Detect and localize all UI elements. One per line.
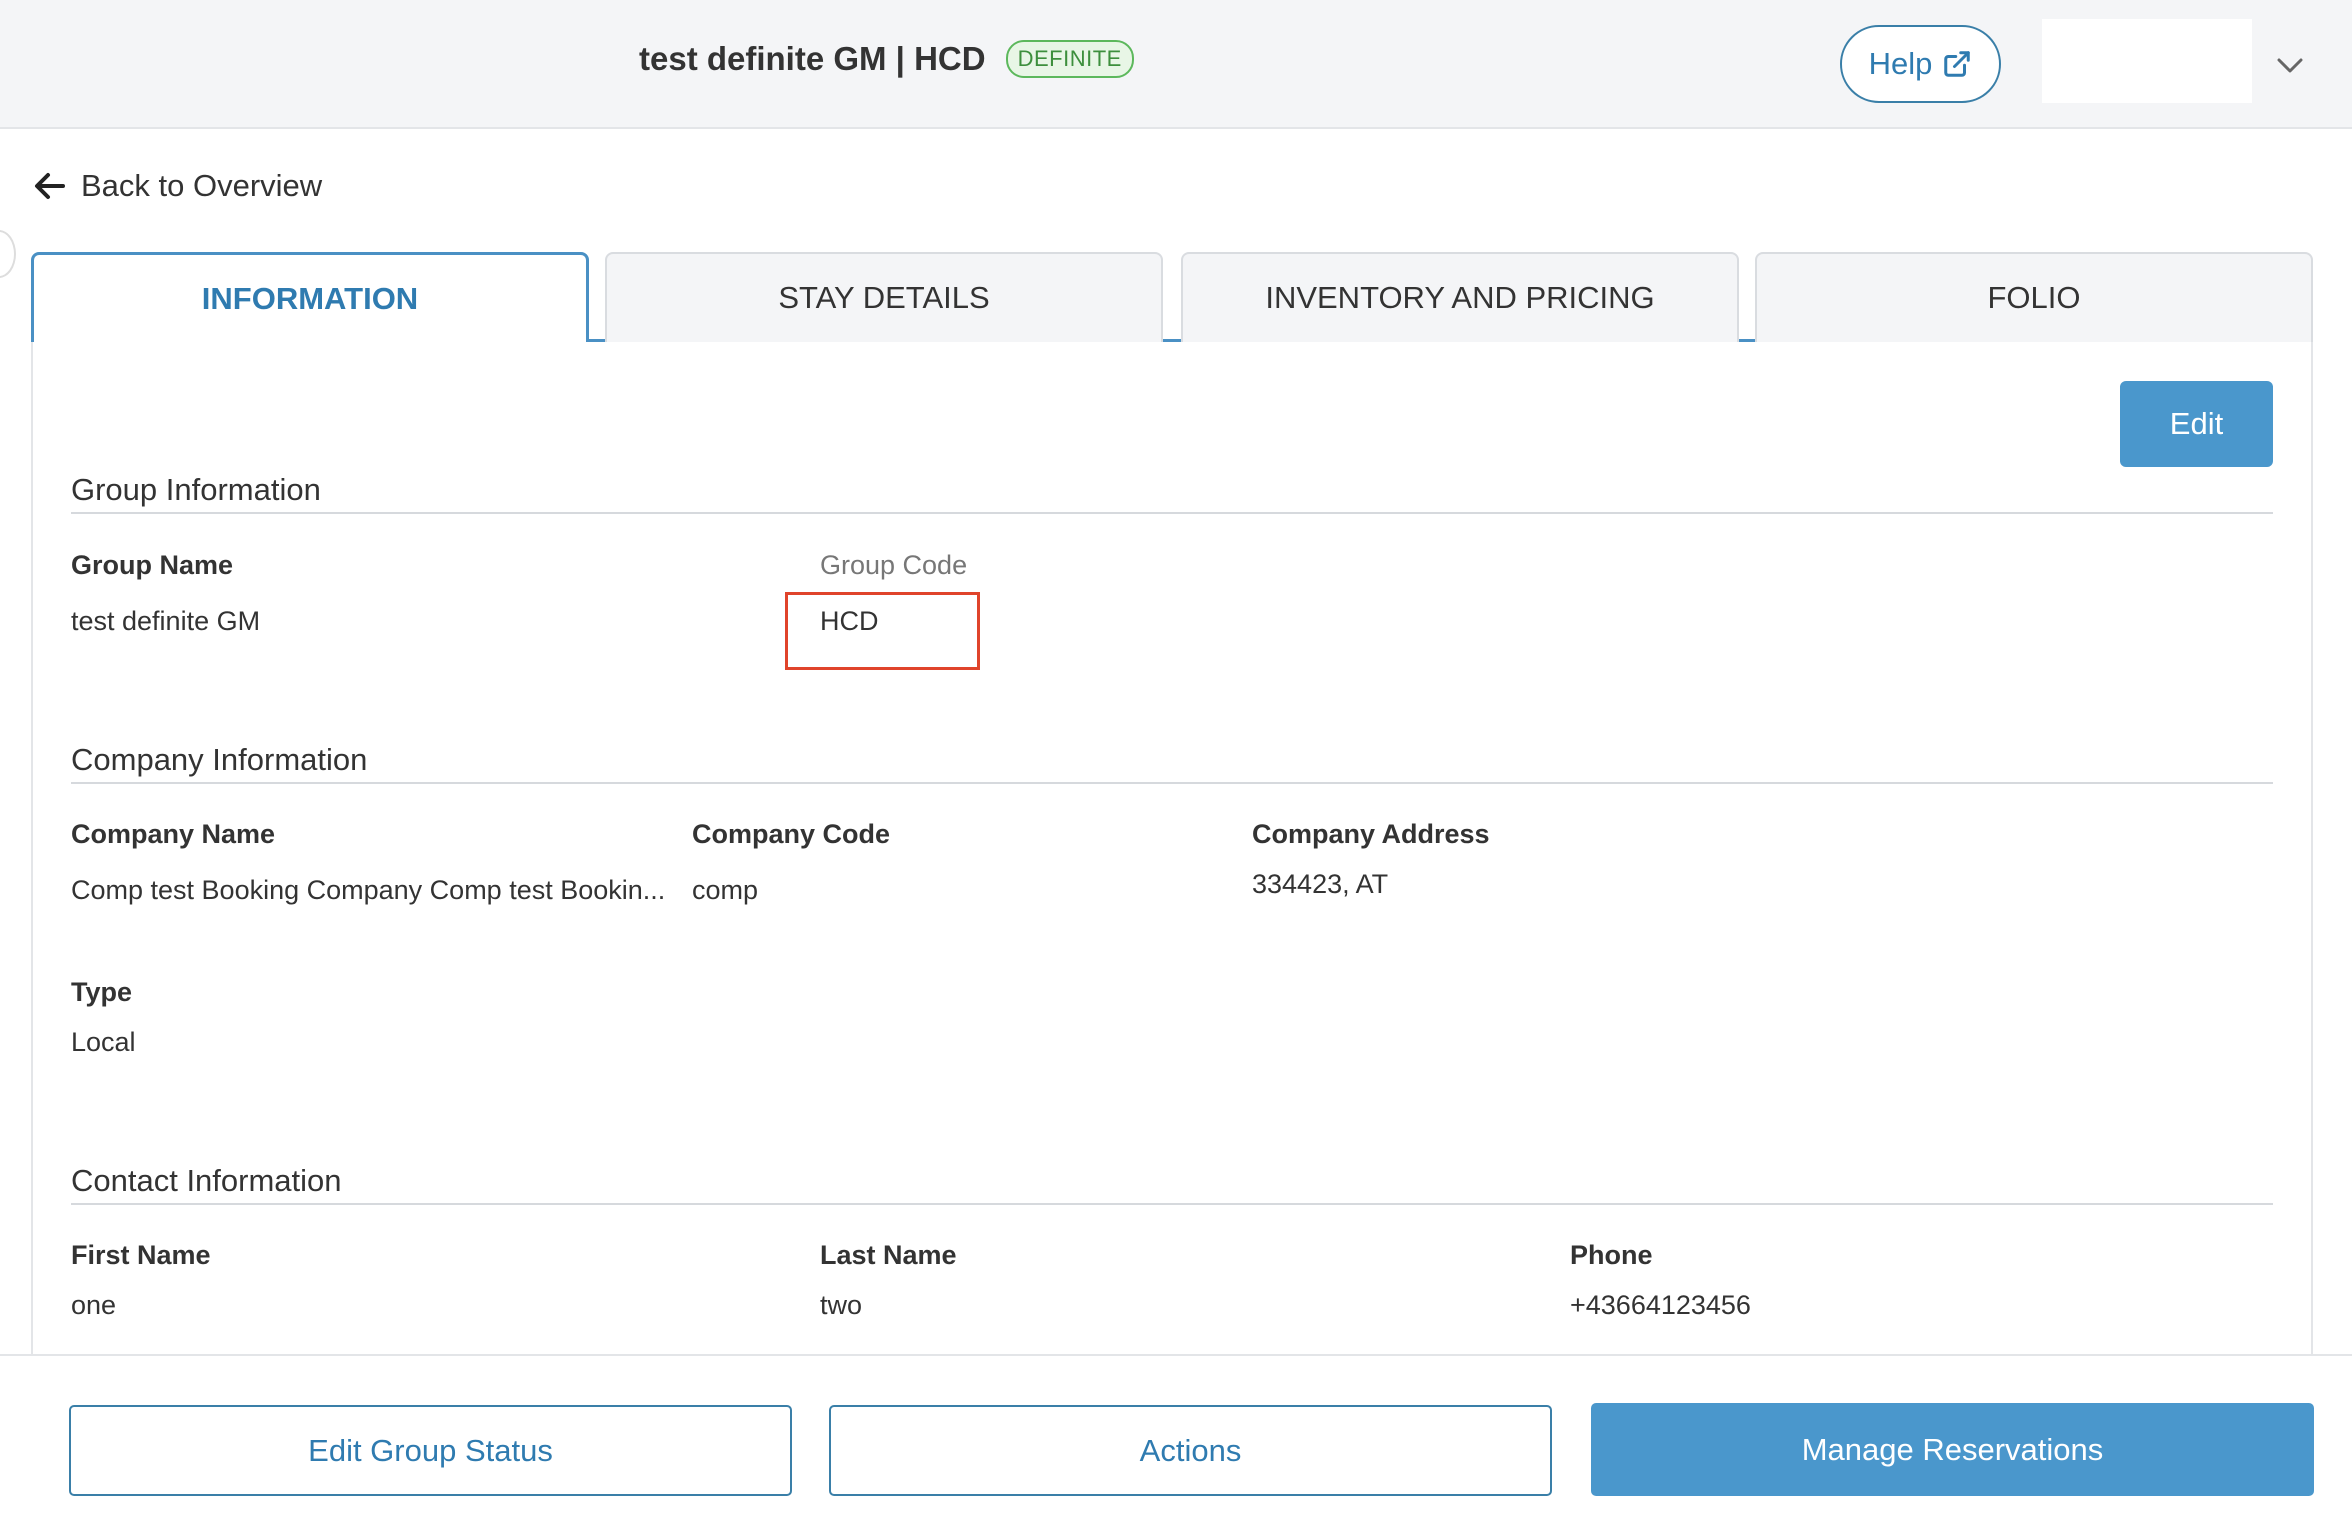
user-menu-box[interactable] (2042, 19, 2252, 103)
top-header: test definite GM | HCD DEFINITE Help (0, 0, 2352, 129)
tab-label: STAY DETAILS (778, 280, 990, 315)
section-divider (71, 782, 2273, 784)
tab-bar: INFORMATION STAY DETAILS INVENTORY AND P… (31, 252, 2313, 345)
tab-folio[interactable]: FOLIO (1755, 252, 2313, 342)
type-label: Type (71, 977, 133, 1007)
group-name-label: Group Name (71, 550, 234, 580)
group-information-title: Group Information (71, 472, 321, 507)
tab-information[interactable]: INFORMATION (31, 252, 589, 345)
group-code-value: HCD (820, 606, 879, 636)
company-address-value: 334423, AT (1252, 869, 1389, 899)
phone-label: Phone (1570, 1240, 1653, 1270)
tab-inventory-and-pricing[interactable]: INVENTORY AND PRICING (1181, 252, 1739, 342)
group-code-highlight (785, 592, 980, 670)
status-badge: DEFINITE (1005, 40, 1134, 78)
back-to-overview-link[interactable]: Back to Overview (33, 168, 322, 204)
tab-label: INFORMATION (201, 280, 419, 316)
company-code-label: Company Code (692, 819, 891, 849)
back-link-label: Back to Overview (81, 168, 323, 203)
type-value: Local (71, 1027, 136, 1057)
section-divider (71, 1203, 2273, 1205)
chevron-down-icon[interactable] (2273, 50, 2307, 80)
arrow-left-icon (35, 173, 65, 199)
company-address-label: Company Address (1252, 819, 1490, 849)
actions-button[interactable]: Actions (829, 1405, 1552, 1496)
company-code-value: comp (692, 875, 759, 905)
help-button[interactable]: Help (1840, 25, 2001, 103)
page-title: test definite GM | HCD DEFINITE (639, 40, 1134, 78)
section-divider (71, 512, 2273, 514)
group-name-value: test definite GM (71, 606, 261, 636)
tab-label: FOLIO (1987, 280, 2081, 315)
edit-group-status-button[interactable]: Edit Group Status (69, 1405, 792, 1496)
contact-information-title: Contact Information (71, 1163, 342, 1198)
company-name-value: Comp test Booking Company Comp test Book… (71, 875, 666, 905)
side-panel-handle[interactable] (0, 230, 16, 278)
first-name-value: one (71, 1290, 117, 1320)
phone-value: +43664123456 (1570, 1290, 1751, 1320)
page-title-text: test definite GM | HCD (639, 40, 986, 77)
last-name-label: Last Name (820, 1240, 957, 1270)
edit-button[interactable]: Edit (2120, 381, 2273, 467)
company-name-label: Company Name (71, 819, 276, 849)
external-link-icon (1944, 51, 1971, 77)
first-name-label: First Name (71, 1240, 211, 1270)
help-button-label: Help (1868, 46, 1933, 81)
last-name-value: two (820, 1290, 863, 1320)
tab-stay-details[interactable]: STAY DETAILS (605, 252, 1163, 342)
company-information-title: Company Information (71, 742, 368, 777)
manage-reservations-button[interactable]: Manage Reservations (1591, 1403, 2314, 1496)
tab-label: INVENTORY AND PRICING (1265, 280, 1655, 315)
group-code-label: Group Code (820, 550, 968, 580)
